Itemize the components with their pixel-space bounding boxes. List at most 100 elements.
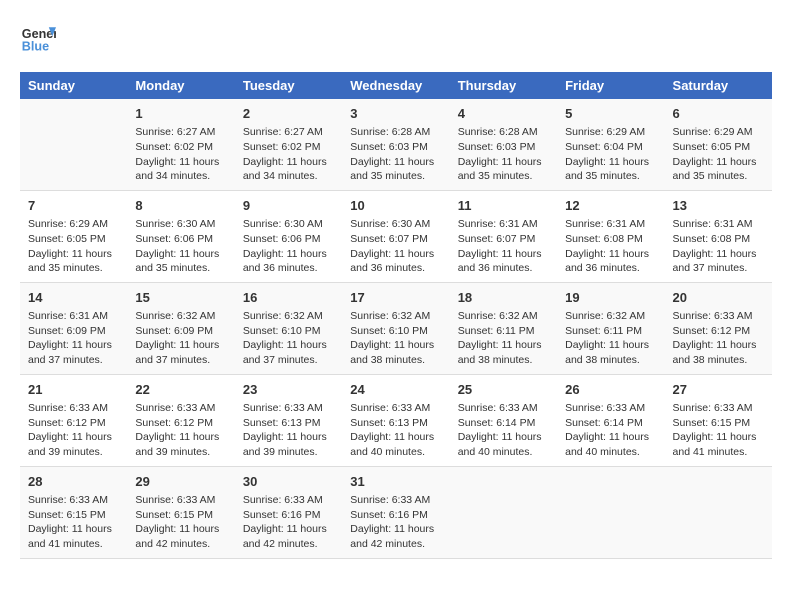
calendar-table: SundayMondayTuesdayWednesdayThursdayFrid…	[20, 72, 772, 559]
day-number: 28	[28, 473, 119, 491]
day-number: 18	[458, 289, 549, 307]
week-row-3: 14 Sunrise: 6:31 AM Sunset: 6:09 PM Dayli…	[20, 282, 772, 374]
day-number: 31	[350, 473, 441, 491]
header-sunday: Sunday	[20, 72, 127, 99]
day-info: Sunrise: 6:31 AM Sunset: 6:08 PM Dayligh…	[673, 217, 764, 276]
svg-text:Blue: Blue	[22, 40, 49, 54]
cell-w3-d7: 20Sunrise: 6:33 AM Sunset: 6:12 PM Dayli…	[665, 282, 772, 374]
cell-w4-d5: 25 Sunrise: 6:33 AM Sunset: 6:14 PM Dayli…	[450, 374, 557, 466]
day-info: Sunrise: 6:33 AM Sunset: 6:15 PM Dayligh…	[135, 493, 226, 552]
day-number: 7	[28, 197, 119, 215]
day-info: Sunrise: 6:33 AM Sunset: 6:13 PM Dayligh…	[243, 401, 334, 460]
logo-icon: General Blue	[20, 20, 56, 56]
day-number: 12	[565, 197, 656, 215]
day-number: 3	[350, 105, 441, 123]
day-number: 4	[458, 105, 549, 123]
day-number: 13	[673, 197, 764, 215]
header-friday: Friday	[557, 72, 664, 99]
day-info: Sunrise: 6:33 AM Sunset: 6:15 PM Dayligh…	[28, 493, 119, 552]
header-wednesday: Wednesday	[342, 72, 449, 99]
header-thursday: Thursday	[450, 72, 557, 99]
day-number: 29	[135, 473, 226, 491]
day-info: Sunrise: 6:29 AM Sunset: 6:05 PM Dayligh…	[28, 217, 119, 276]
day-number: 27	[673, 381, 764, 399]
cell-w4-d6: 26 Sunrise: 6:33 AM Sunset: 6:14 PM Dayli…	[557, 374, 664, 466]
cell-w1-d3: 2 Sunrise: 6:27 AM Sunset: 6:02 PM Daylig…	[235, 99, 342, 190]
day-number: 24	[350, 381, 441, 399]
day-number: 25	[458, 381, 549, 399]
cell-w5-d2: 29 Sunrise: 6:33 AM Sunset: 6:15 PM Dayli…	[127, 466, 234, 558]
cell-w4-d1: 21Sunrise: 6:33 AM Sunset: 6:12 PM Dayli…	[20, 374, 127, 466]
day-number: 14	[28, 289, 119, 307]
day-info: Sunrise: 6:30 AM Sunset: 6:07 PM Dayligh…	[350, 217, 441, 276]
day-info: Sunrise: 6:31 AM Sunset: 6:09 PM Dayligh…	[28, 309, 119, 368]
cell-w5-d6	[557, 466, 664, 558]
day-info: Sunrise: 6:29 AM Sunset: 6:04 PM Dayligh…	[565, 125, 656, 184]
calendar-header-row: SundayMondayTuesdayWednesdayThursdayFrid…	[20, 72, 772, 99]
day-info: Sunrise: 6:33 AM Sunset: 6:14 PM Dayligh…	[565, 401, 656, 460]
cell-w2-d4: 10Sunrise: 6:30 AM Sunset: 6:07 PM Dayli…	[342, 190, 449, 282]
day-info: Sunrise: 6:33 AM Sunset: 6:14 PM Dayligh…	[458, 401, 549, 460]
cell-w3-d6: 19 Sunrise: 6:32 AM Sunset: 6:11 PM Dayli…	[557, 282, 664, 374]
day-number: 2	[243, 105, 334, 123]
cell-w5-d7	[665, 466, 772, 558]
day-info: Sunrise: 6:32 AM Sunset: 6:11 PM Dayligh…	[565, 309, 656, 368]
cell-w5-d3: 30 Sunrise: 6:33 AM Sunset: 6:16 PM Dayli…	[235, 466, 342, 558]
cell-w3-d2: 15 Sunrise: 6:32 AM Sunset: 6:09 PM Dayli…	[127, 282, 234, 374]
day-info: Sunrise: 6:29 AM Sunset: 6:05 PM Dayligh…	[673, 125, 764, 184]
day-number: 11	[458, 197, 549, 215]
cell-w2-d2: 8 Sunrise: 6:30 AM Sunset: 6:06 PM Daylig…	[127, 190, 234, 282]
header-tuesday: Tuesday	[235, 72, 342, 99]
day-number: 15	[135, 289, 226, 307]
day-number: 20	[673, 289, 764, 307]
day-info: Sunrise: 6:27 AM Sunset: 6:02 PM Dayligh…	[243, 125, 334, 184]
day-info: Sunrise: 6:33 AM Sunset: 6:12 PM Dayligh…	[28, 401, 119, 460]
cell-w2-d7: 13 Sunrise: 6:31 AM Sunset: 6:08 PM Dayli…	[665, 190, 772, 282]
week-row-2: 7 Sunrise: 6:29 AM Sunset: 6:05 PM Daylig…	[20, 190, 772, 282]
cell-w5-d5	[450, 466, 557, 558]
day-number: 9	[243, 197, 334, 215]
cell-w3-d4: 17Sunrise: 6:32 AM Sunset: 6:10 PM Dayli…	[342, 282, 449, 374]
cell-w2-d5: 11 Sunrise: 6:31 AM Sunset: 6:07 PM Dayli…	[450, 190, 557, 282]
cell-w4-d4: 24 Sunrise: 6:33 AM Sunset: 6:13 PM Dayli…	[342, 374, 449, 466]
day-info: Sunrise: 6:32 AM Sunset: 6:10 PM Dayligh…	[243, 309, 334, 368]
cell-w5-d4: 31Sunrise: 6:33 AM Sunset: 6:16 PM Dayli…	[342, 466, 449, 558]
cell-w1-d4: 3Sunrise: 6:28 AM Sunset: 6:03 PM Daylig…	[342, 99, 449, 190]
day-info: Sunrise: 6:33 AM Sunset: 6:16 PM Dayligh…	[243, 493, 334, 552]
header-monday: Monday	[127, 72, 234, 99]
day-number: 5	[565, 105, 656, 123]
day-number: 19	[565, 289, 656, 307]
cell-w2-d6: 12 Sunrise: 6:31 AM Sunset: 6:08 PM Dayli…	[557, 190, 664, 282]
day-info: Sunrise: 6:33 AM Sunset: 6:15 PM Dayligh…	[673, 401, 764, 460]
day-number: 8	[135, 197, 226, 215]
day-number: 1	[135, 105, 226, 123]
cell-w5-d1: 28 Sunrise: 6:33 AM Sunset: 6:15 PM Dayli…	[20, 466, 127, 558]
cell-w1-d6: 5 Sunrise: 6:29 AM Sunset: 6:04 PM Daylig…	[557, 99, 664, 190]
cell-w1-d1	[20, 99, 127, 190]
day-number: 16	[243, 289, 334, 307]
cell-w1-d7: 6 Sunrise: 6:29 AM Sunset: 6:05 PM Daylig…	[665, 99, 772, 190]
day-number: 26	[565, 381, 656, 399]
day-number: 6	[673, 105, 764, 123]
day-info: Sunrise: 6:28 AM Sunset: 6:03 PM Dayligh…	[458, 125, 549, 184]
day-number: 22	[135, 381, 226, 399]
week-row-1: 1 Sunrise: 6:27 AM Sunset: 6:02 PM Daylig…	[20, 99, 772, 190]
week-row-4: 21Sunrise: 6:33 AM Sunset: 6:12 PM Dayli…	[20, 374, 772, 466]
day-info: Sunrise: 6:32 AM Sunset: 6:09 PM Dayligh…	[135, 309, 226, 368]
cell-w4-d3: 23 Sunrise: 6:33 AM Sunset: 6:13 PM Dayli…	[235, 374, 342, 466]
day-info: Sunrise: 6:33 AM Sunset: 6:13 PM Dayligh…	[350, 401, 441, 460]
day-number: 30	[243, 473, 334, 491]
cell-w3-d1: 14 Sunrise: 6:31 AM Sunset: 6:09 PM Dayli…	[20, 282, 127, 374]
day-info: Sunrise: 6:30 AM Sunset: 6:06 PM Dayligh…	[243, 217, 334, 276]
cell-w3-d5: 18Sunrise: 6:32 AM Sunset: 6:11 PM Dayli…	[450, 282, 557, 374]
cell-w2-d3: 9 Sunrise: 6:30 AM Sunset: 6:06 PM Daylig…	[235, 190, 342, 282]
cell-w3-d3: 16 Sunrise: 6:32 AM Sunset: 6:10 PM Dayli…	[235, 282, 342, 374]
day-info: Sunrise: 6:27 AM Sunset: 6:02 PM Dayligh…	[135, 125, 226, 184]
cell-w1-d5: 4 Sunrise: 6:28 AM Sunset: 6:03 PM Daylig…	[450, 99, 557, 190]
day-info: Sunrise: 6:30 AM Sunset: 6:06 PM Dayligh…	[135, 217, 226, 276]
header-saturday: Saturday	[665, 72, 772, 99]
day-info: Sunrise: 6:33 AM Sunset: 6:12 PM Dayligh…	[135, 401, 226, 460]
day-number: 23	[243, 381, 334, 399]
day-info: Sunrise: 6:31 AM Sunset: 6:08 PM Dayligh…	[565, 217, 656, 276]
day-info: Sunrise: 6:31 AM Sunset: 6:07 PM Dayligh…	[458, 217, 549, 276]
